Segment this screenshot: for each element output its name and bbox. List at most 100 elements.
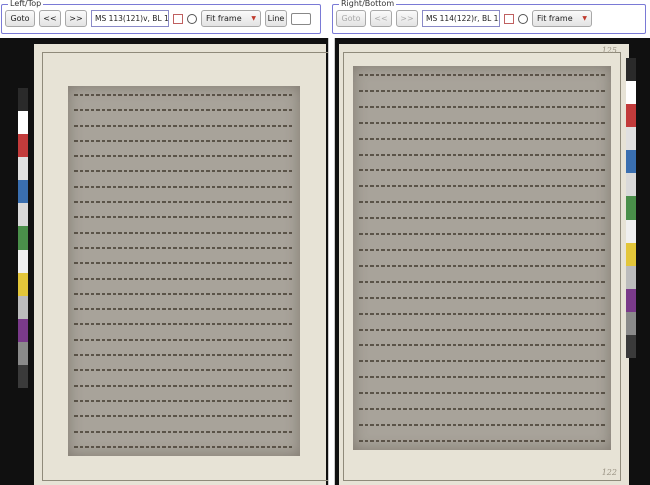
script-line	[359, 344, 605, 347]
color-patch	[626, 219, 636, 243]
script-line	[74, 170, 294, 173]
script-line	[359, 376, 605, 379]
script-line	[74, 124, 294, 127]
script-line	[74, 185, 294, 188]
color-patch	[18, 111, 28, 135]
color-patch	[626, 173, 636, 197]
color-patch	[18, 157, 28, 181]
color-patch	[18, 203, 28, 227]
script-line	[359, 392, 605, 395]
left-shelfmark-input[interactable]: MS 113(121)v, BL 124v	[91, 10, 169, 27]
script-line	[74, 384, 294, 387]
right-folio-number-bottom: 122	[601, 468, 617, 477]
script-line	[74, 201, 294, 204]
script-line	[74, 109, 294, 112]
right-prev-button[interactable]: <<	[370, 10, 392, 27]
script-line	[359, 137, 605, 140]
color-patch	[626, 334, 636, 359]
left-manuscript-text	[74, 94, 294, 448]
script-line	[359, 74, 605, 76]
script-line	[74, 415, 294, 418]
script-line	[74, 399, 294, 402]
right-toolbar: Goto << >> MS 114(122)r, BL 125r Fit fra…	[336, 9, 592, 28]
script-line	[359, 312, 605, 315]
script-line	[359, 201, 605, 204]
color-patch	[18, 295, 28, 319]
color-patch	[18, 88, 28, 112]
left-color-calibration-bar	[18, 88, 28, 389]
script-line	[74, 262, 294, 265]
script-line	[359, 121, 605, 124]
script-line	[359, 185, 605, 188]
script-line	[74, 430, 294, 433]
chevron-down-icon: ▼	[251, 15, 256, 22]
script-line	[74, 369, 294, 372]
script-line	[74, 231, 294, 234]
right-image-viewer[interactable]: 125 122	[335, 38, 650, 485]
viewer-divider[interactable]	[328, 38, 335, 485]
right-folio-number: 125	[601, 46, 617, 55]
script-line	[359, 328, 605, 331]
color-patch	[18, 272, 28, 296]
color-patch	[626, 288, 636, 312]
left-goto-button[interactable]: Goto	[5, 10, 35, 27]
script-line	[359, 217, 605, 220]
right-color-calibration-bar	[626, 58, 636, 359]
script-line	[74, 94, 294, 96]
right-radio[interactable]	[518, 13, 528, 24]
color-patch	[626, 150, 636, 174]
color-patch	[626, 58, 636, 82]
color-patch	[626, 104, 636, 128]
left-fit-select-label: Fit frame	[206, 14, 242, 23]
script-line	[359, 264, 605, 267]
right-page-mat: 125 122	[339, 44, 629, 485]
left-manuscript-leaf	[68, 86, 300, 456]
color-patch	[626, 81, 636, 105]
script-line	[74, 155, 294, 158]
manuscript-viewer: Left/Top Goto << >> MS 113(121)v, BL 124…	[0, 0, 650, 485]
script-line	[359, 89, 605, 92]
color-patch	[626, 311, 636, 335]
right-manuscript-leaf	[353, 66, 611, 450]
script-line	[359, 153, 605, 156]
left-prev-button[interactable]: <<	[39, 10, 61, 27]
right-next-button[interactable]: >>	[396, 10, 418, 27]
script-line	[359, 439, 605, 442]
color-patch	[18, 249, 28, 273]
color-patch	[18, 180, 28, 204]
script-line	[74, 338, 294, 341]
script-line	[359, 296, 605, 299]
right-fit-select-label: Fit frame	[537, 14, 573, 23]
left-fit-select[interactable]: Fit frame ▼	[201, 10, 261, 27]
script-line	[359, 280, 605, 283]
left-next-button[interactable]: >>	[65, 10, 87, 27]
script-line	[359, 408, 605, 411]
line-color-swatch[interactable]	[291, 12, 311, 25]
left-image-viewer[interactable]	[0, 38, 328, 485]
color-patch	[626, 127, 636, 151]
script-line	[74, 292, 294, 295]
line-button[interactable]: Line	[265, 10, 287, 27]
script-line	[359, 360, 605, 363]
script-line	[74, 246, 294, 249]
color-patch	[18, 364, 28, 389]
chevron-down-icon: ▼	[582, 15, 587, 22]
color-patch	[626, 242, 636, 266]
script-line	[359, 233, 605, 236]
right-checkbox[interactable]	[504, 13, 514, 24]
left-panel-legend: Left/Top	[8, 0, 44, 9]
left-checkbox[interactable]	[173, 13, 183, 24]
right-shelfmark-input[interactable]: MS 114(122)r, BL 125r	[422, 10, 500, 27]
script-line	[74, 139, 294, 142]
script-line	[74, 354, 294, 357]
script-line	[74, 216, 294, 219]
left-page-mat	[34, 44, 328, 485]
right-goto-button[interactable]: Goto	[336, 10, 366, 27]
left-radio[interactable]	[187, 13, 197, 24]
script-line	[359, 105, 605, 108]
right-fit-select[interactable]: Fit frame ▼	[532, 10, 592, 27]
left-toolbar: Goto << >> MS 113(121)v, BL 124v Fit fra…	[5, 9, 311, 28]
script-line	[359, 423, 605, 426]
color-patch	[626, 196, 636, 220]
right-panel-legend: Right/Bottom	[339, 0, 397, 9]
